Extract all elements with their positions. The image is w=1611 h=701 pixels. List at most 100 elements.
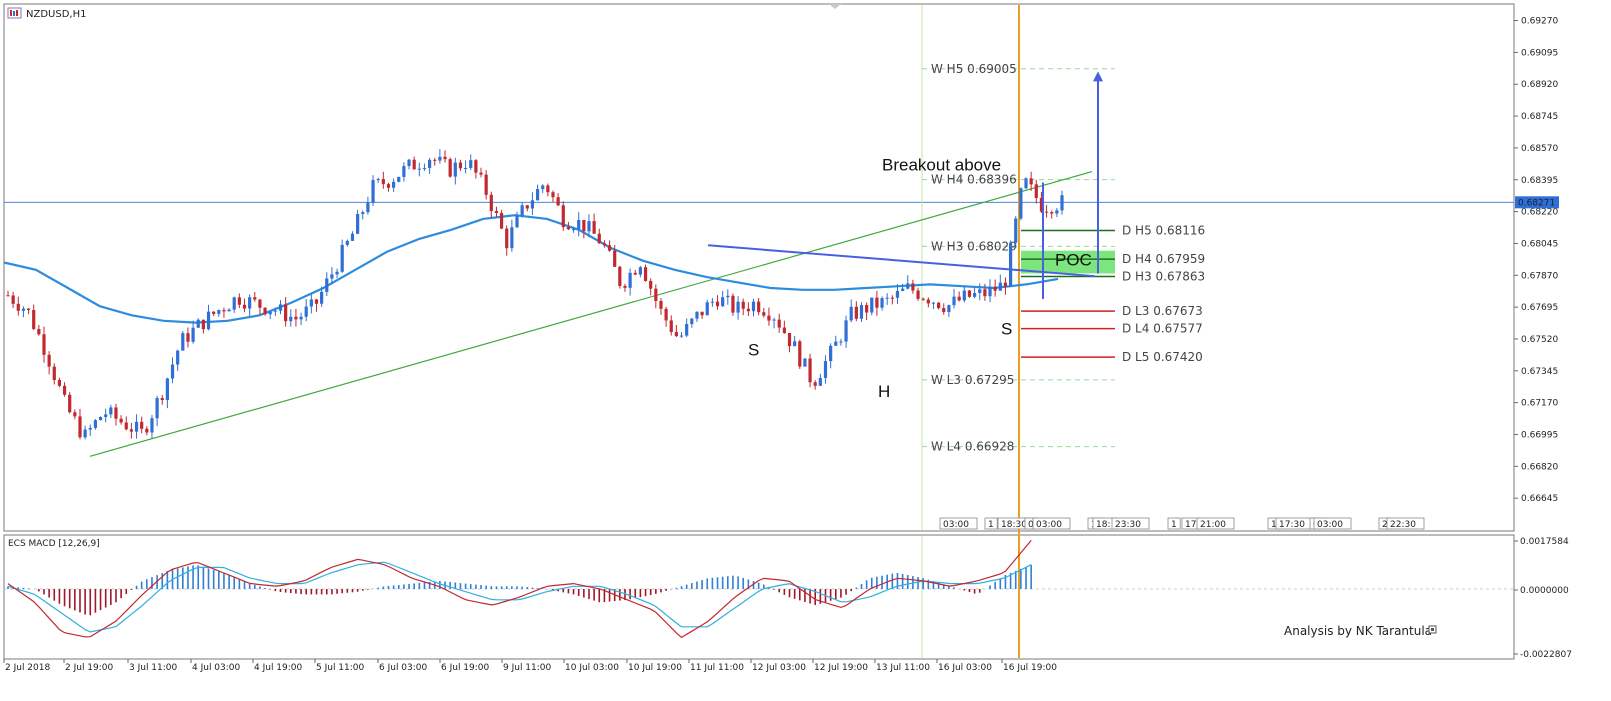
- candle-body: [181, 333, 185, 351]
- candle-body: [42, 334, 46, 355]
- candle-body: [1024, 178, 1028, 189]
- candle-body: [350, 233, 355, 241]
- x-tick-label: 12 Jul 19:00: [814, 663, 868, 673]
- candle-body: [263, 307, 267, 315]
- candle-body: [98, 416, 103, 421]
- x-tick-label: 2 Jul 19:00: [65, 663, 114, 673]
- candle-body: [700, 311, 704, 316]
- candle-body: [1055, 210, 1059, 214]
- current-price-label: 0.68271: [1518, 198, 1555, 208]
- candle-body: [119, 418, 123, 423]
- candle-body: [140, 421, 144, 429]
- poc-annotation: POC: [1055, 250, 1092, 269]
- candle-body: [571, 229, 576, 231]
- candle-body: [967, 290, 972, 297]
- weekly-pivot-label: W L4 0.66928: [931, 440, 1014, 454]
- candle-body: [217, 310, 221, 314]
- candle-body: [535, 189, 540, 201]
- candle-body: [109, 407, 113, 415]
- candle-body: [988, 286, 992, 297]
- y-tick-label: 0.68920: [1521, 80, 1558, 90]
- candle-body: [618, 266, 622, 286]
- candle-body: [607, 245, 612, 251]
- candle-body: [1008, 242, 1013, 287]
- x-tick-label: 6 Jul 03:00: [379, 663, 428, 673]
- candle-body: [273, 310, 277, 312]
- x-tick-label: 2 Jul 2018: [5, 663, 50, 673]
- candle-body: [731, 295, 735, 313]
- candle-body: [901, 288, 905, 291]
- candle-body: [870, 297, 874, 313]
- session-tag-label: 1: [1171, 520, 1177, 530]
- candle-body: [6, 295, 10, 297]
- symbol-icon[interactable]: [7, 7, 22, 19]
- candle-body: [361, 212, 365, 214]
- candle-body: [114, 407, 118, 419]
- candle-body: [1050, 212, 1054, 214]
- candle-body: [978, 289, 982, 294]
- candle-body: [674, 332, 678, 337]
- candle-body: [664, 308, 668, 321]
- session-tag-label: 03:00: [1036, 520, 1062, 530]
- symbol-label: NZDUSD,H1: [26, 9, 86, 20]
- candle-body: [345, 240, 349, 245]
- candle-body: [942, 308, 946, 313]
- y-tick-label: 0.68045: [1521, 239, 1558, 249]
- session-tag-label: 23:30: [1115, 520, 1141, 530]
- candle-body: [150, 418, 154, 433]
- candle-body: [947, 305, 951, 313]
- x-tick-label: 4 Jul 19:00: [254, 663, 303, 673]
- candle-body: [294, 316, 298, 320]
- candle-body: [299, 316, 303, 320]
- candle-body: [613, 250, 617, 267]
- candle-body: [669, 320, 673, 333]
- candle-body: [510, 227, 514, 249]
- candle-body: [104, 414, 108, 417]
- candle-body: [47, 354, 51, 367]
- y-tick-label: 0.69270: [1521, 17, 1558, 27]
- candle-body: [237, 297, 241, 305]
- candle-body: [242, 304, 247, 309]
- right-shoulder-label: S: [1001, 319, 1012, 338]
- candle-body: [906, 283, 910, 289]
- candle-body: [895, 290, 900, 298]
- candle-body: [335, 271, 339, 275]
- candle-body: [26, 308, 31, 311]
- candle-body: [68, 394, 72, 413]
- daily-pivot-label: D L4 0.67577: [1122, 322, 1203, 336]
- candle-body: [654, 288, 658, 301]
- daily-pivot-label: D L3 0.67673: [1122, 304, 1203, 318]
- candle-body: [314, 299, 319, 304]
- macd-panel-frame: [3, 534, 1515, 660]
- y-tick-label: 0.66645: [1521, 494, 1558, 504]
- candle-body: [823, 361, 828, 378]
- candle-body: [232, 297, 236, 310]
- candle-body: [469, 160, 473, 168]
- candle-body: [392, 181, 396, 188]
- x-tick-label: 16 Jul 19:00: [1003, 663, 1057, 673]
- candle-body: [839, 341, 843, 343]
- candle-body: [356, 213, 360, 234]
- candle-body: [448, 159, 452, 177]
- candle-body: [937, 302, 941, 309]
- candle-body: [196, 319, 200, 328]
- weekly-pivot-label: W H4 0.68396: [931, 173, 1017, 187]
- candle-body: [11, 295, 15, 304]
- candle-body: [638, 267, 642, 275]
- head-label: H: [878, 382, 890, 401]
- candle-body: [561, 205, 565, 228]
- candle-body: [566, 227, 571, 230]
- macd-axis-zero: 0.0000000: [1520, 586, 1569, 596]
- candle-body: [921, 298, 925, 300]
- candle-body: [685, 324, 689, 336]
- candle-body: [155, 398, 159, 419]
- y-tick-label: 0.67345: [1521, 367, 1558, 377]
- left-shoulder-label: S: [748, 340, 759, 359]
- candle-body: [433, 159, 437, 161]
- candle-body: [597, 233, 601, 244]
- candle-body: [577, 220, 581, 230]
- session-tag-label: 03:00: [943, 520, 969, 530]
- candle-body: [1044, 211, 1049, 213]
- candle-body: [916, 290, 920, 299]
- candle-body: [376, 179, 380, 181]
